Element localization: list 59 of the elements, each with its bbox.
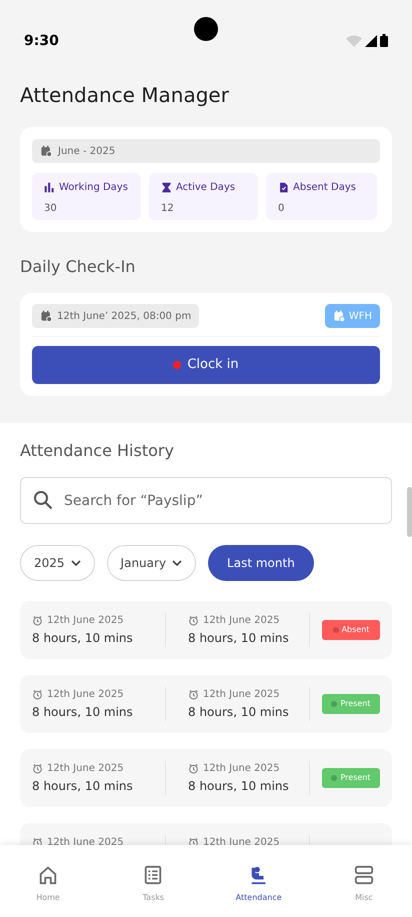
camera-cutout [194, 17, 218, 41]
row-date: 12th June 2025 [203, 614, 280, 628]
row-duration: 8 hours, 10 mins [32, 704, 134, 721]
alarm-clock-icon [188, 615, 199, 626]
calendar-icon [40, 310, 52, 322]
row-duration: 8 hours, 10 mins [188, 778, 290, 795]
chevron-down-icon [70, 560, 81, 566]
alarm-clock-icon [32, 763, 43, 774]
status-badge: Absent [322, 620, 380, 640]
page-title: Attendance Manager [19, 82, 230, 109]
status-badge: Present [322, 694, 380, 714]
hourglass-icon [161, 182, 172, 193]
stacked-boxes-icon [354, 865, 374, 885]
stat-label: Absent Days [293, 181, 356, 195]
alarm-clock-icon [188, 689, 199, 700]
nav-tab[interactable]: Attendance [224, 865, 293, 917]
status-dot-icon [173, 361, 182, 369]
status-badge: Present [322, 768, 380, 788]
filter-dropdown[interactable]: January [106, 545, 196, 581]
row-date: 12th June 2025 [47, 762, 124, 776]
status-time: 9:30 [24, 32, 59, 51]
calendar-icon [332, 310, 345, 322]
row-date: 12th June 2025 [203, 688, 280, 702]
row-date: 12th June 2025 [203, 762, 280, 776]
signal-icon [365, 34, 377, 46]
stat-value: 30 [44, 202, 58, 216]
stat-label: Working Days [59, 181, 128, 195]
alarm-clock-icon [32, 689, 43, 700]
row-duration: 8 hours, 10 mins [188, 630, 290, 647]
calendar-icon [40, 145, 52, 157]
datetime-field: 12th June’ 2025, 08:00 pm [32, 304, 200, 328]
row-date: 12th June 2025 [47, 614, 124, 628]
alarm-clock-icon [188, 837, 199, 848]
stat-label: Active Days [176, 181, 236, 195]
section-heading: Daily Check-In [19, 256, 136, 278]
chevron-down-icon [172, 560, 182, 566]
row-duration: 8 hours, 10 mins [32, 630, 134, 647]
clock-in-button[interactable]: Clock in [32, 346, 380, 384]
list-icon [143, 865, 164, 885]
scrollbar[interactable] [407, 487, 412, 537]
row-duration: 8 hours, 10 mins [188, 704, 290, 721]
section-heading: Attendance History [19, 440, 175, 462]
document-check-icon [278, 182, 289, 193]
period-field[interactable]: June - 2025 [32, 139, 380, 163]
stat-value: 12 [161, 202, 175, 216]
search-field[interactable]: Search for “Payslip” [20, 477, 392, 524]
alarm-clock-icon [32, 615, 43, 626]
stat-value: 0 [278, 202, 286, 216]
alarm-clock-icon [32, 837, 43, 848]
bar-chart-icon [44, 182, 55, 193]
filter-button[interactable]: Last month [208, 545, 314, 581]
home-icon [38, 865, 58, 885]
alarm-clock-icon [188, 763, 199, 774]
battery-icon [380, 34, 388, 47]
search-icon [33, 490, 53, 510]
row-date: 12th June 2025 [47, 688, 124, 702]
filter-dropdown[interactable]: 2025 [20, 545, 95, 581]
row-duration: 8 hours, 10 mins [32, 778, 134, 795]
wifi-icon [346, 34, 362, 46]
